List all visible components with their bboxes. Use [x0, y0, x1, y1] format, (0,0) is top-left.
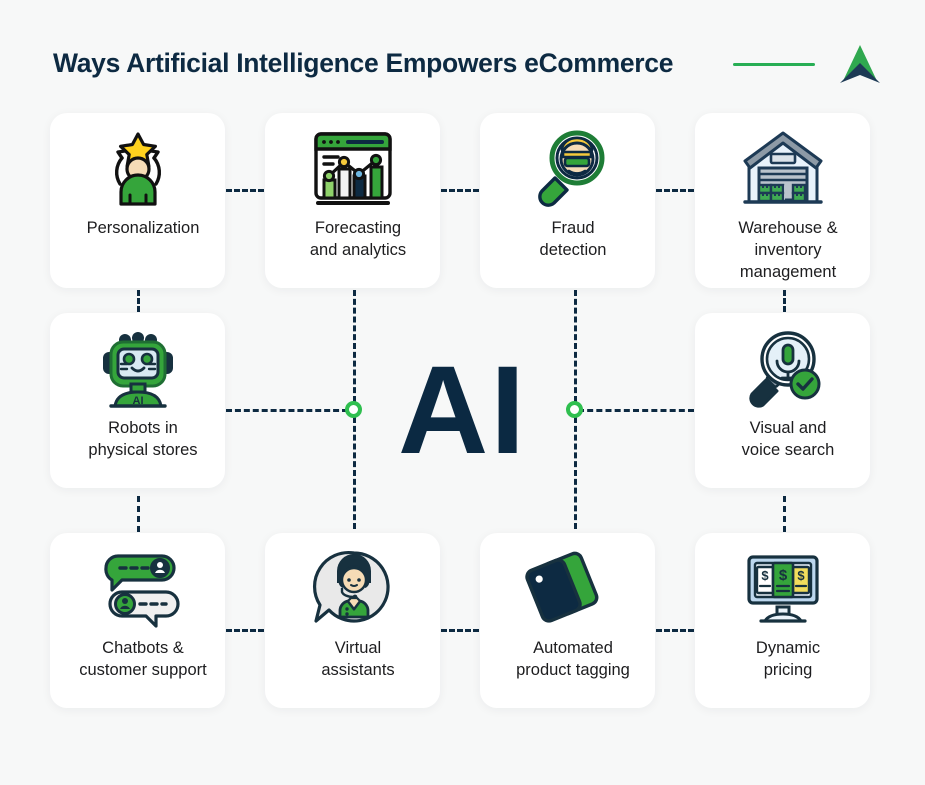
price-tags-icon [480, 543, 655, 635]
connector-v-c2-midr3 [353, 417, 356, 529]
card-personalization[interactable]: Personalization [50, 113, 225, 288]
connector-v-c3-midr3 [574, 417, 577, 529]
robot-icon: AI [50, 323, 225, 415]
card-label: Fraud detection [539, 219, 607, 259]
warehouse-icon [695, 123, 870, 215]
connector-h-r1-c1c2 [226, 189, 264, 192]
connector-h-r3-c1c2 [226, 629, 264, 632]
svg-text:$: $ [778, 567, 787, 584]
card-label: Visual and voice search [741, 419, 835, 459]
connector-h-r2-right [578, 409, 694, 412]
card-dynamic-pricing[interactable]: $ $ $ Dynamic pricing [695, 533, 870, 708]
card-label: Personalization [86, 219, 200, 237]
card-label: Forecasting and analytics [309, 219, 407, 259]
analytics-chart-icon [265, 123, 440, 215]
person-star-icon [50, 123, 225, 215]
connector-v-c4-r2r3 [783, 496, 786, 532]
card-label: Warehouse & inventory management [738, 219, 838, 281]
center-ai-label: AI [398, 340, 527, 480]
magnifier-thief-icon [480, 123, 655, 215]
card-label: Robots in physical stores [88, 419, 198, 459]
card-warehouse[interactable]: Warehouse & inventory management [695, 113, 870, 288]
card-product-tagging[interactable]: Automated product tagging [480, 533, 655, 708]
connector-v-c1-r2r3 [137, 496, 140, 532]
connector-v-c2-r1mid [353, 290, 356, 402]
card-label: Virtual assistants [321, 639, 395, 679]
header: Ways Artificial Intelligence Empowers eC… [0, 0, 925, 110]
card-chatbots[interactable]: Chatbots & customer support [50, 533, 225, 708]
connector-h-r1-c2c3 [441, 189, 479, 192]
card-label: Chatbots & customer support [79, 639, 207, 679]
infographic-canvas: Ways Artificial Intelligence Empowers eC… [0, 0, 925, 785]
connector-node-right [566, 401, 583, 418]
title-rule [733, 63, 815, 66]
card-robots[interactable]: AI Robots in physical stores [50, 313, 225, 488]
connector-node-left [345, 401, 362, 418]
connector-h-r3-c3c4 [656, 629, 694, 632]
svg-text:$: $ [761, 568, 769, 583]
magnifier-mic-icon [695, 323, 870, 415]
connector-v-c3-r1mid [574, 290, 577, 402]
connector-h-r2-left [226, 409, 348, 412]
card-label: Automated product tagging [516, 639, 630, 679]
card-forecasting[interactable]: Forecasting and analytics [265, 113, 440, 288]
chat-bubbles-icon [50, 543, 225, 635]
page-title: Ways Artificial Intelligence Empowers eC… [53, 48, 674, 78]
card-fraud-detection[interactable]: Fraud detection [480, 113, 655, 288]
svg-text:$: $ [797, 568, 805, 583]
connector-h-r1-c3c4 [656, 189, 694, 192]
card-visual-voice-search[interactable]: Visual and voice search [695, 313, 870, 488]
connector-h-r3-c2c3 [441, 629, 479, 632]
card-virtual-assistants[interactable]: Virtual assistants [265, 533, 440, 708]
agent-bubble-icon [265, 543, 440, 635]
connector-v-c4-r1r2 [783, 290, 786, 312]
monitor-money-icon: $ $ $ [695, 543, 870, 635]
arrow-up-logo [840, 45, 880, 83]
connector-v-c1-r1r2 [137, 290, 140, 312]
card-label: Dynamic pricing [755, 639, 821, 679]
